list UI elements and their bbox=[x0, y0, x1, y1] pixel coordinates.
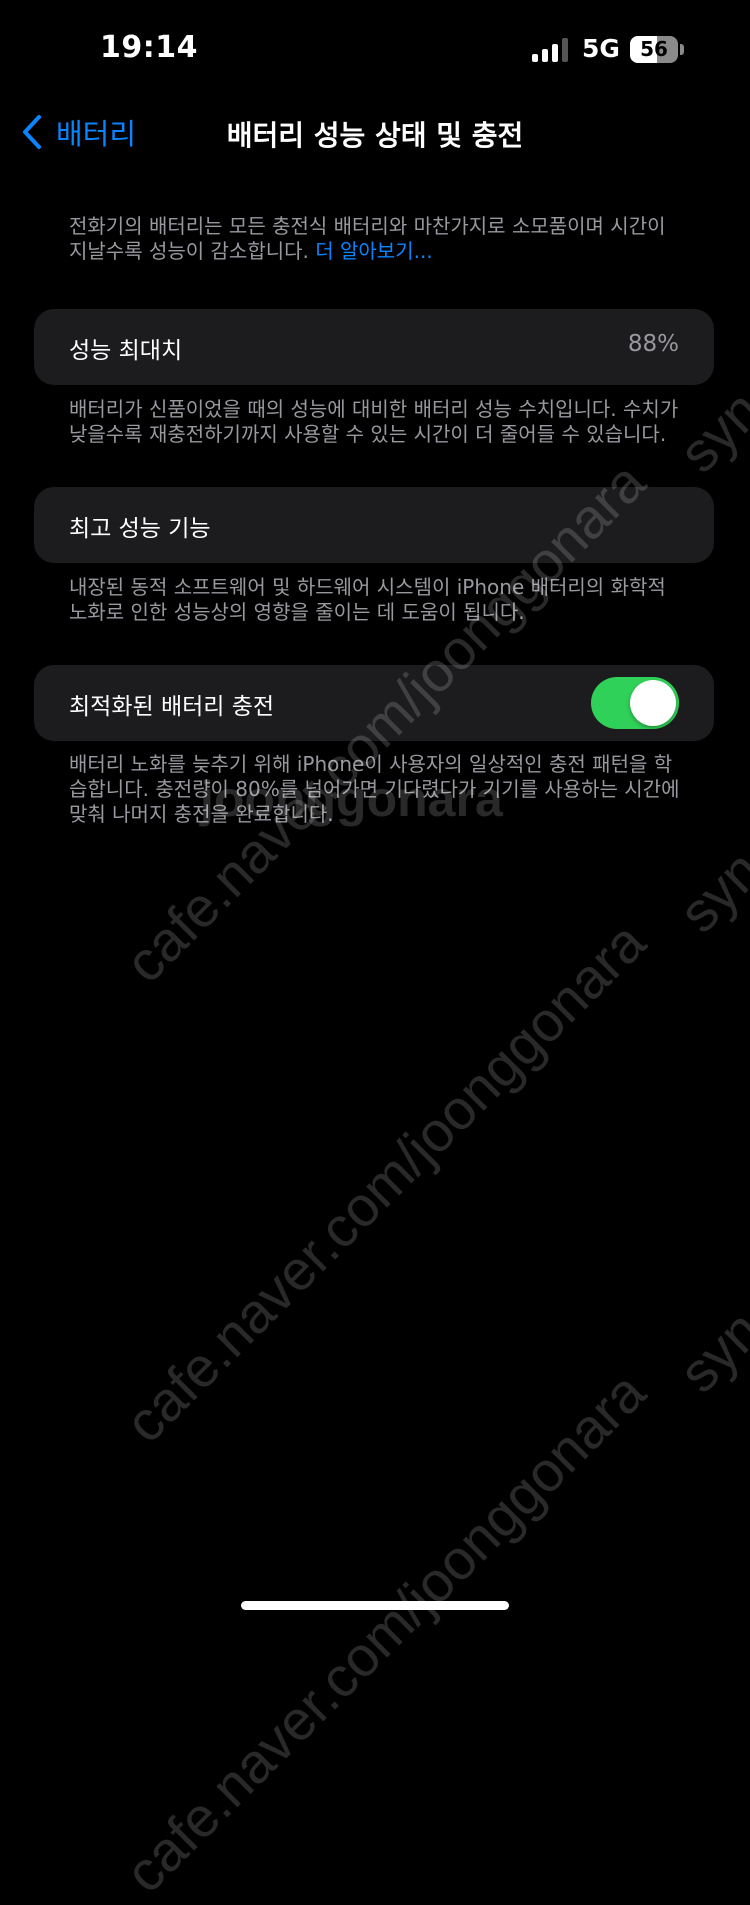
status-bar: 19:14 5G 56 bbox=[0, 0, 750, 100]
toggle-knob bbox=[630, 680, 676, 726]
battery-level: 56 bbox=[640, 37, 668, 61]
optimized-charging-description: 배터리 노화를 늦추기 위해 iPhone이 사용자의 일상적인 충전 패턴을 … bbox=[69, 752, 680, 826]
page-title: 배터리 성능 상태 및 충전 bbox=[226, 119, 524, 152]
battery-icon: 56 bbox=[630, 36, 678, 63]
optimized-charging-toggle[interactable] bbox=[591, 677, 679, 729]
learn-more-link[interactable]: 더 알아보기... bbox=[315, 239, 432, 263]
watermark-text: cafe.naver.com/joonggonara bbox=[112, 910, 658, 1455]
peak-performance-row[interactable]: 최고 성능 기능 bbox=[34, 487, 714, 563]
navigation-bar: 배터리 배터리 성능 상태 및 충전 bbox=[0, 100, 750, 164]
watermark-text: syn bbox=[666, 1298, 750, 1405]
peak-performance-label: 최고 성능 기능 bbox=[69, 516, 211, 542]
status-time: 19:14 bbox=[100, 30, 198, 65]
max-capacity-label: 성능 최대치 bbox=[69, 338, 183, 364]
max-capacity-description: 배터리가 신품이었을 때의 성능에 대비한 배터리 성능 수치입니다. 수치가 … bbox=[69, 397, 679, 446]
battery-nub bbox=[680, 44, 684, 55]
network-type: 5G bbox=[582, 34, 620, 63]
max-capacity-value: 88% bbox=[627, 331, 679, 357]
peak-performance-description: 내장된 동적 소프트웨어 및 하드웨어 시스템이 iPhone 배터리의 화학적… bbox=[69, 575, 666, 624]
max-capacity-row: 성능 최대치 88% bbox=[34, 309, 714, 385]
cellular-signal-icon bbox=[532, 38, 568, 62]
optimized-charging-label: 최적화된 배터리 충전 bbox=[69, 694, 275, 720]
home-indicator bbox=[241, 1601, 509, 1610]
watermark-text: syn bbox=[666, 838, 750, 945]
optimized-charging-row: 최적화된 배터리 충전 bbox=[34, 665, 714, 741]
intro-text: 전화기의 배터리는 모든 충전식 배터리와 마찬가지로 소모품이며 시간이 지날… bbox=[69, 214, 689, 264]
watermark-text: cafe.naver.com/joonggonara bbox=[112, 1360, 658, 1905]
